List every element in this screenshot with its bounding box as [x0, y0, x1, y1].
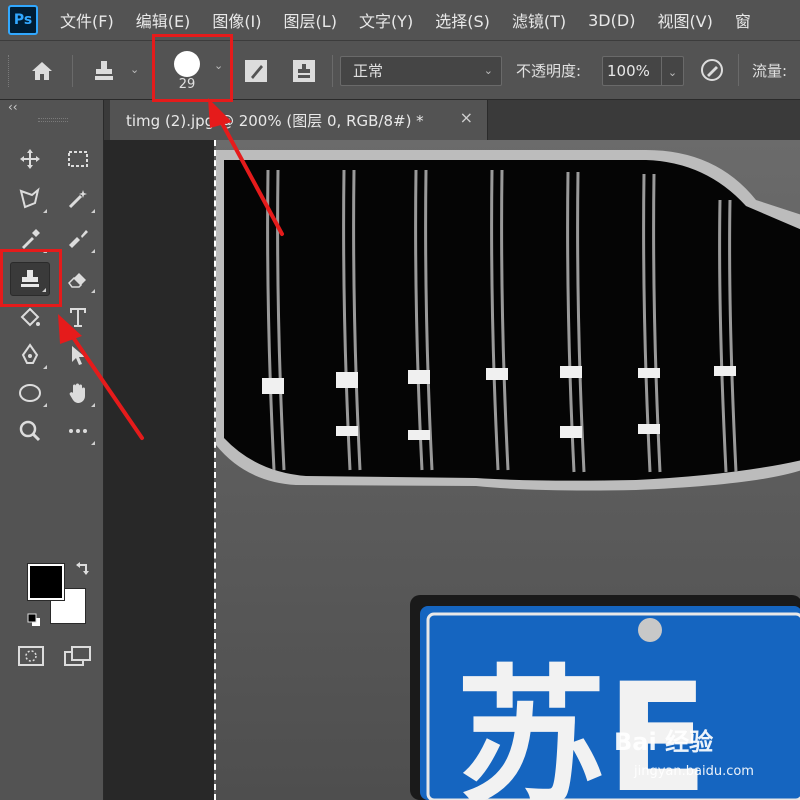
submenu-indicator	[43, 365, 47, 369]
close-document-button[interactable]: ×	[460, 108, 473, 127]
path-selection-icon	[72, 346, 85, 365]
baidu-jingyan-watermark: Bai 经验	[614, 728, 714, 756]
menu-3d[interactable]: 3D(D)	[588, 11, 635, 30]
paint-bucket-icon	[20, 307, 40, 327]
ellipse-icon	[19, 384, 41, 402]
magic-wand-icon	[68, 190, 87, 209]
clone-stamp-highlight	[0, 249, 62, 307]
lasso-tool[interactable]	[10, 182, 50, 216]
eraser-tool[interactable]	[58, 262, 98, 296]
brush-settings-icon	[245, 60, 267, 82]
tool-preset-picker[interactable]: ⌄	[90, 55, 146, 87]
path-selection-tool[interactable]	[58, 338, 98, 372]
menu-file[interactable]: 文件(F)	[60, 8, 114, 32]
toggle-clone-source-button[interactable]	[290, 57, 318, 85]
default-colors-icon	[27, 613, 40, 626]
hand-tool[interactable]	[58, 376, 98, 410]
ellipse-tool[interactable]	[10, 376, 50, 410]
tools-panel: ‹‹	[0, 100, 104, 800]
pressure-opacity-button[interactable]	[698, 56, 726, 84]
menu-type[interactable]: 文字(Y)	[359, 8, 413, 32]
submenu-indicator	[43, 209, 47, 213]
zoom-icon	[19, 420, 41, 442]
opacity-label: 不透明度:	[516, 62, 582, 80]
eyedropper-icon	[22, 229, 40, 249]
swap-colors-button[interactable]	[74, 560, 92, 578]
type-tool[interactable]	[58, 300, 98, 334]
opacity-value: 100%	[607, 62, 650, 80]
clone-stamp-icon	[95, 61, 113, 80]
eraser-icon	[68, 273, 86, 288]
brush-picker-highlight	[152, 34, 233, 102]
menu-filter[interactable]: 滤镜(T)	[512, 8, 566, 32]
tools-panel-grip[interactable]	[38, 118, 68, 122]
edit-toolbar-button[interactable]	[58, 414, 98, 448]
menu-bar: Ps 文件(F) 编辑(E) 图像(I) 图层(L) 文字(Y) 选择(S) 滤…	[0, 0, 800, 40]
opacity-dropdown-button[interactable]: ⌄	[661, 57, 683, 85]
pen-icon	[21, 343, 39, 364]
move-icon	[20, 149, 40, 169]
options-bar-grip[interactable]	[8, 55, 11, 87]
document-tab[interactable]: timg (2).jpg @ 200% (图层 0, RGB/8#) * ×	[110, 100, 488, 140]
separator	[332, 55, 333, 87]
blend-mode-select[interactable]: 正常 ⌄	[340, 56, 502, 86]
watermark-url: jingyan.baidu.com	[634, 764, 754, 779]
move-tool[interactable]	[10, 142, 50, 176]
flow-label: 流量:	[752, 62, 788, 80]
quick-mask-icon	[18, 646, 44, 666]
default-colors-button[interactable]	[26, 612, 42, 628]
document-canvas[interactable]: 苏E	[214, 140, 800, 800]
document-tab-title: timg (2).jpg @ 200% (图层 0, RGB/8#) *	[126, 112, 424, 130]
chevron-down-icon: ⌄	[483, 64, 493, 77]
foreground-color-swatch[interactable]	[27, 563, 65, 601]
submenu-indicator	[91, 441, 95, 445]
menu-image[interactable]: 图像(I)	[212, 8, 261, 32]
submenu-indicator	[43, 403, 47, 407]
more-icon	[69, 429, 87, 433]
swap-arrows-icon	[76, 562, 89, 575]
menu-layer[interactable]: 图层(L)	[284, 8, 337, 32]
screen-mode-button[interactable]	[62, 644, 94, 668]
separator	[72, 55, 73, 87]
separator	[738, 54, 739, 86]
rectangle-marquee-icon	[68, 151, 88, 167]
opacity-input[interactable]: 100% ⌄	[602, 56, 684, 86]
chevron-down-icon: ⌄	[667, 66, 678, 79]
home-button[interactable]	[28, 57, 56, 85]
chevron-down-icon: ⌄	[130, 63, 140, 76]
healing-brush-tool[interactable]	[58, 222, 98, 256]
polygonal-lasso-icon	[19, 187, 40, 209]
quick-mask-button[interactable]	[16, 644, 46, 668]
menu-select[interactable]: 选择(S)	[435, 8, 490, 32]
photoshop-logo[interactable]: Ps	[8, 5, 38, 35]
menu-edit[interactable]: 编辑(E)	[136, 8, 191, 32]
healing-brush-icon	[69, 230, 88, 248]
pen-tool[interactable]	[10, 338, 50, 372]
type-icon	[70, 308, 86, 327]
home-icon	[32, 62, 52, 80]
screen-mode-icon	[64, 646, 91, 666]
submenu-indicator	[91, 209, 95, 213]
magic-wand-tool[interactable]	[58, 182, 98, 216]
zoom-tool[interactable]	[10, 414, 50, 448]
toggle-brush-settings-button[interactable]	[242, 57, 270, 85]
marquee-tool[interactable]	[58, 142, 98, 176]
hand-icon	[69, 383, 85, 404]
car-grille-photo: 苏E	[216, 140, 800, 800]
clone-source-icon	[293, 60, 315, 82]
submenu-indicator	[91, 403, 95, 407]
collapse-panel-button[interactable]: ‹‹	[8, 100, 18, 114]
blend-mode-value: 正常	[353, 62, 384, 80]
submenu-indicator	[91, 289, 95, 293]
pressure-pen-icon	[701, 59, 723, 81]
submenu-indicator	[91, 249, 95, 253]
menu-view[interactable]: 视图(V)	[657, 8, 712, 32]
menu-window[interactable]: 窗	[735, 8, 751, 32]
